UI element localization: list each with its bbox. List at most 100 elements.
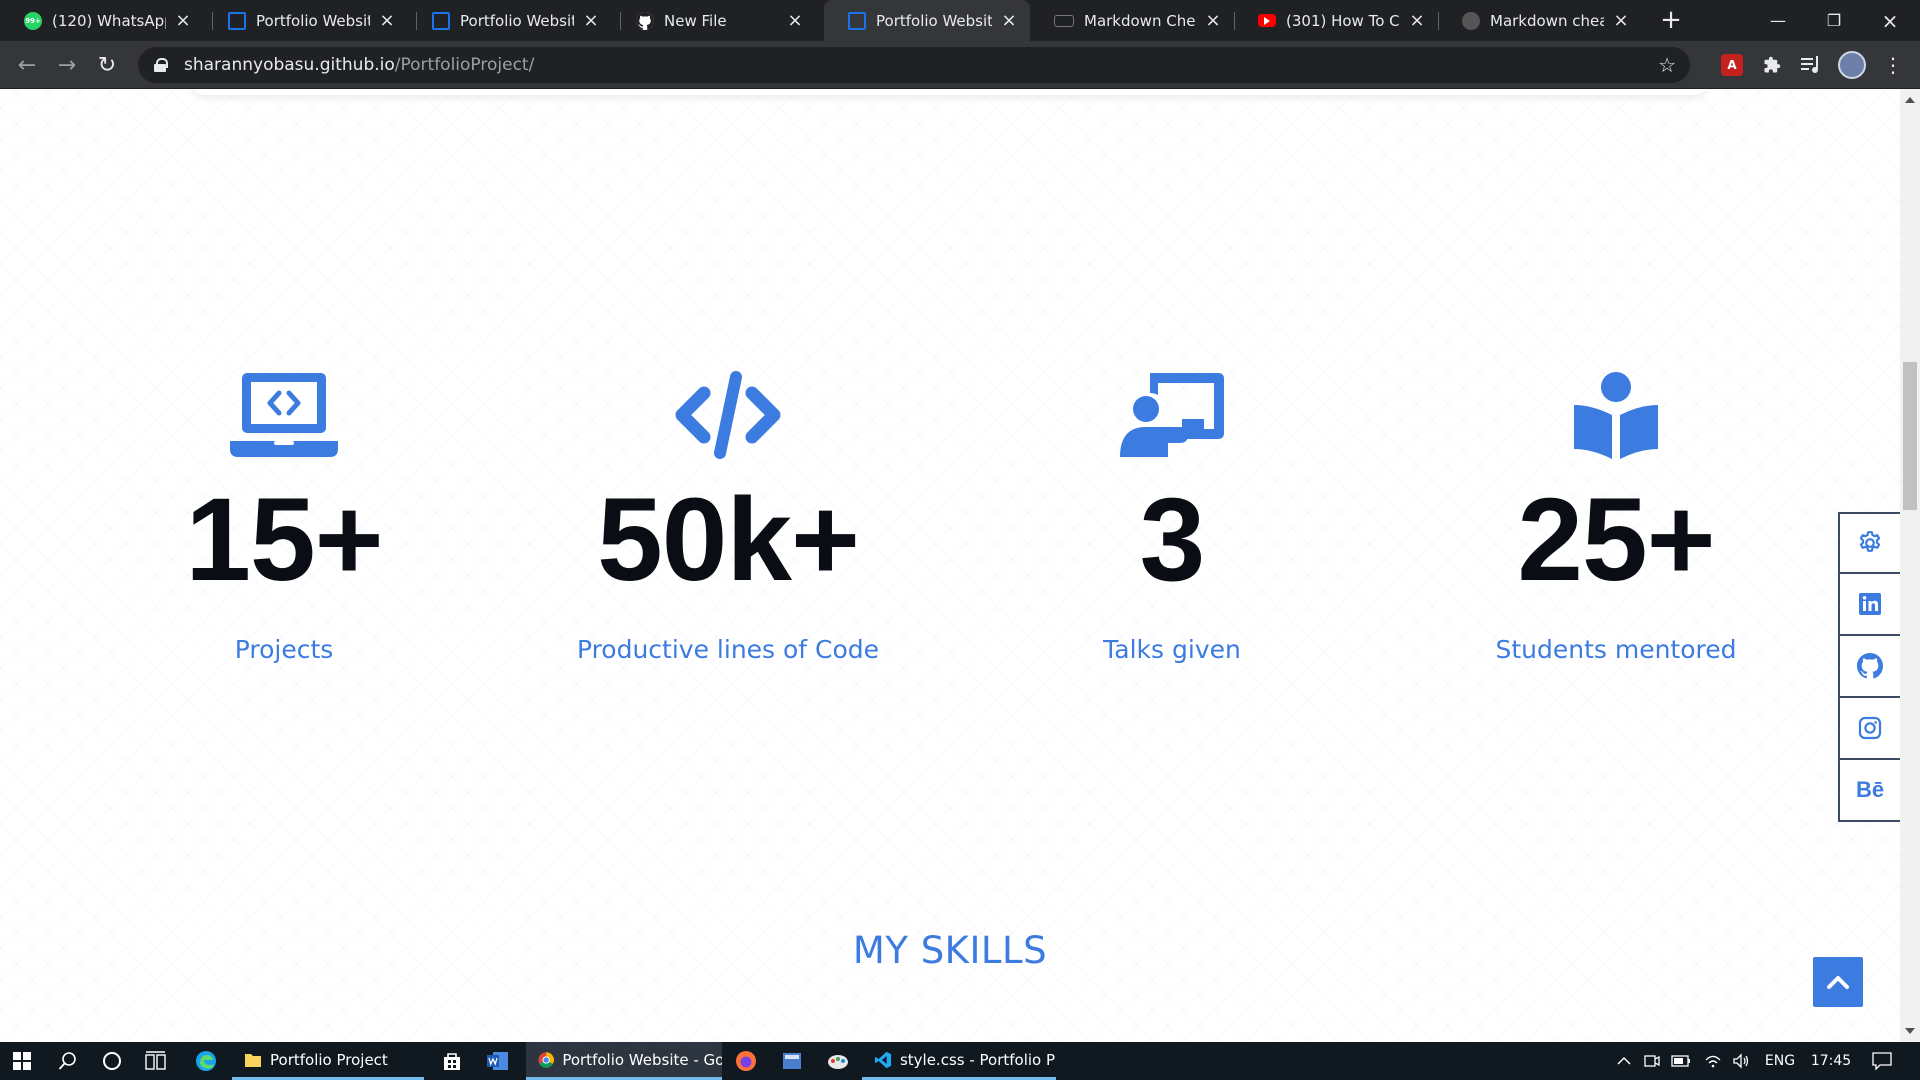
social-sidebar: Bē — [1838, 512, 1900, 822]
bookmark-star-icon[interactable]: ☆ — [1658, 53, 1676, 77]
volume-icon[interactable] — [1728, 1042, 1754, 1080]
tab-whatsapp[interactable]: 99+ (120) WhatsApp × — [0, 0, 204, 41]
browser-tab-strip: 99+ (120) WhatsApp × Portfolio Website ×… — [0, 0, 1920, 41]
profile-avatar[interactable] — [1838, 51, 1866, 79]
tab-portfolio-active[interactable]: Portfolio Website × — [824, 0, 1030, 41]
close-icon[interactable]: × — [1408, 10, 1426, 31]
stat-label: Productive lines of Code — [576, 635, 880, 664]
tab-label: Portfolio Website — [460, 11, 574, 30]
taskbar-app-chrome[interactable]: Portfolio Website - Go... — [526, 1042, 722, 1080]
store-taskbar-button[interactable] — [432, 1042, 472, 1080]
settings-button[interactable] — [1838, 512, 1900, 574]
scroll-down-arrow[interactable] — [1905, 1028, 1915, 1034]
stat-value: 50k+ — [597, 474, 860, 606]
paint-taskbar-button[interactable] — [818, 1042, 858, 1080]
tab-youtube[interactable]: (301) How To Crea × — [1234, 0, 1438, 41]
taskbar-app-vscode[interactable]: style.css - Portfolio Pr... — [862, 1042, 1056, 1080]
windows-taskbar: Portfolio Project Portfolio Website - Go… — [0, 1042, 1920, 1080]
tab-markdown-1[interactable]: Markdown Cheat S × — [1030, 0, 1234, 41]
tab-new-file[interactable]: New File × — [612, 0, 816, 41]
portfolio-icon — [228, 11, 246, 30]
close-icon[interactable]: × — [582, 10, 600, 31]
stat-projects: 15+ Projects — [64, 369, 504, 664]
edge-taskbar-button[interactable] — [186, 1042, 226, 1080]
url-text: sharannyobasu.github.io/PortfolioProject… — [184, 55, 534, 75]
stat-label: Students mentored — [1495, 635, 1737, 664]
clock[interactable]: 17:45 — [1806, 1042, 1856, 1080]
close-icon[interactable]: × — [378, 10, 396, 31]
tab-portfolio-1[interactable]: Portfolio Website × — [204, 0, 408, 41]
url-path: /PortfolioProject/ — [394, 55, 535, 75]
pdf-extension-icon[interactable]: A — [1721, 54, 1743, 76]
tab-label: Markdown cheat s — [1490, 11, 1604, 30]
stat-value: 3 — [1139, 474, 1206, 606]
navbar-bottom-edge — [190, 89, 1710, 95]
restore-button[interactable]: ❐ — [1806, 0, 1862, 41]
stat-label: Talks given — [1103, 635, 1241, 664]
page-scrollbar[interactable] — [1900, 89, 1920, 1042]
firefox-icon — [736, 1051, 756, 1071]
forward-button[interactable]: → — [52, 50, 82, 80]
close-icon[interactable]: × — [786, 10, 804, 31]
reload-button[interactable]: ↻ — [92, 50, 122, 80]
laptop-code-icon — [64, 369, 504, 461]
address-bar[interactable]: sharannyobasu.github.io/PortfolioProject… — [138, 47, 1690, 83]
tab-label: Portfolio Website — [876, 11, 992, 30]
scroll-up-arrow[interactable] — [1905, 97, 1915, 103]
extensions-puzzle-icon[interactable] — [1759, 52, 1785, 78]
stat-label: Projects — [234, 635, 334, 664]
tab-label: Portfolio Website — [256, 11, 370, 30]
github-icon — [1857, 653, 1883, 679]
taskbar-app-file-explorer[interactable]: Portfolio Project — [232, 1042, 424, 1080]
cortana-button[interactable] — [92, 1042, 132, 1080]
stat-value: 15+ — [185, 474, 383, 606]
close-window-button[interactable]: × — [1862, 0, 1918, 41]
stat-talks: 3 Talks given — [952, 369, 1392, 664]
word-taskbar-button[interactable] — [478, 1042, 518, 1080]
close-icon[interactable]: × — [174, 10, 192, 31]
minimize-button[interactable]: — — [1750, 0, 1806, 41]
edge-icon — [196, 1051, 216, 1071]
tab-label: (301) How To Crea — [1286, 11, 1400, 30]
stat-lines-of-code: 50k+ Productive lines of Code — [508, 369, 948, 664]
battery-icon[interactable] — [1668, 1042, 1694, 1080]
tab-portfolio-2[interactable]: Portfolio Website × — [408, 0, 612, 41]
firefox-taskbar-button[interactable] — [726, 1042, 766, 1080]
menu-icon[interactable]: ⋮ — [1880, 52, 1906, 78]
portfolio-icon — [432, 11, 450, 30]
stat-value: 25+ — [1517, 474, 1715, 606]
url-host: sharannyobasu.github.io — [184, 55, 395, 75]
scrollbar-thumb[interactable] — [1903, 362, 1917, 510]
cortana-circle-icon — [103, 1052, 121, 1070]
calculator-taskbar-button[interactable] — [772, 1042, 812, 1080]
youtube-icon — [1258, 14, 1276, 27]
linkedin-button[interactable] — [1838, 574, 1900, 636]
tab-markdown-2[interactable]: Markdown cheat s × — [1438, 0, 1642, 41]
notification-center-button[interactable] — [1862, 1042, 1902, 1080]
back-button[interactable]: ← — [12, 50, 42, 80]
meet-now-icon[interactable] — [1640, 1042, 1664, 1080]
whatsapp-icon: 99+ — [24, 11, 42, 30]
vscode-icon — [874, 1051, 892, 1068]
behance-button[interactable]: Bē — [1838, 760, 1900, 822]
book-reader-icon — [1396, 369, 1836, 461]
wifi-icon[interactable] — [1700, 1042, 1726, 1080]
language-indicator[interactable]: ENG — [1760, 1042, 1800, 1080]
start-button[interactable] — [0, 1042, 44, 1080]
section-title-skills: MY SKILLS — [852, 929, 1048, 972]
show-hidden-icons-button[interactable] — [1612, 1042, 1636, 1080]
search-button[interactable] — [48, 1042, 88, 1080]
close-icon[interactable]: × — [1204, 10, 1222, 31]
new-tab-button[interactable]: + — [1656, 6, 1686, 36]
close-icon[interactable]: × — [1000, 10, 1018, 31]
media-control-icon[interactable] — [1798, 52, 1824, 78]
instagram-button[interactable] — [1838, 698, 1900, 760]
taskbar-app-label: Portfolio Project — [270, 1050, 388, 1069]
github-button[interactable] — [1838, 636, 1900, 698]
back-to-top-button[interactable] — [1813, 957, 1863, 1007]
taskbar-app-label: Portfolio Website - Go... — [562, 1050, 722, 1069]
close-icon[interactable]: × — [1612, 10, 1630, 31]
paint-icon — [828, 1055, 848, 1069]
word-icon — [487, 1052, 508, 1070]
task-view-button[interactable] — [136, 1042, 176, 1080]
